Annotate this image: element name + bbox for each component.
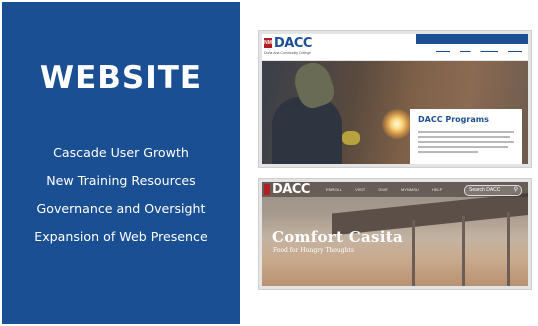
utility-link[interactable]: ▪▪▪ <box>427 44 430 48</box>
nav-link-give[interactable]: GIVE <box>378 187 388 192</box>
casita-post <box>412 220 415 286</box>
text-line <box>418 151 478 153</box>
list-item: Governance and Oversight <box>36 201 206 216</box>
list-item: New Training Resources <box>46 173 196 188</box>
search-input[interactable]: Search DACC ⚲ <box>464 185 522 196</box>
nav-link-mynmsu[interactable]: MYNMSU <box>401 187 419 192</box>
utility-link[interactable]: ▪▪▪ <box>437 44 440 48</box>
hero-image: DACC ENROLL VISIT GIVE MYNMSU HELP Searc… <box>262 182 528 286</box>
programs-page-screenshot: ▪▪▪ ▪▪▪ ▪▪▪ ▪▪▪▪ ▪▪▪▪ NM DACC Doña Ana C… <box>258 30 532 168</box>
search-icon[interactable]: ⚲ <box>514 186 518 193</box>
site-nav: DACC ENROLL VISIT GIVE MYNMSU HELP Searc… <box>262 182 528 197</box>
menu-item[interactable]: ▬▬▬▬ <box>508 49 522 53</box>
casita-post <box>507 212 510 286</box>
list-item: Cascade User Growth <box>53 145 189 160</box>
panel-list: Cascade User Growth New Training Resourc… <box>2 143 240 255</box>
utility-link[interactable]: ▪▪▪▪ <box>460 44 464 48</box>
casita-post <box>462 216 465 286</box>
main-menu: ▬▬▬▬ ▬▬▬ ▬▬▬▬▬ ▬▬▬▬ <box>427 49 522 53</box>
list-item: Expansion of Web Presence <box>34 229 208 244</box>
menu-item[interactable]: ▬▬▬ <box>460 49 471 53</box>
nav-link-enroll[interactable]: ENROLL <box>326 187 342 192</box>
menu-item[interactable]: ▬▬▬▬ <box>436 49 450 53</box>
nav-links: ENROLL VISIT GIVE MYNMSU HELP <box>326 187 454 192</box>
utility-bar: ▪▪▪ ▪▪▪ ▪▪▪ ▪▪▪▪ ▪▪▪▪ <box>416 34 528 48</box>
welding-spark <box>382 109 412 139</box>
text-line <box>418 136 510 138</box>
logo-subtitle: Doña Ana Community College <box>264 51 311 55</box>
hero-image: DACC Programs <box>262 61 528 164</box>
dacc-logo[interactable]: DACC <box>272 182 310 197</box>
site-header: ▪▪▪ ▪▪▪ ▪▪▪ ▪▪▪▪ ▪▪▪▪ NM DACC Doña Ana C… <box>262 34 528 60</box>
website-panel: WEBSITE Cascade User Growth New Training… <box>2 2 240 324</box>
nav-link-help[interactable]: HELP <box>432 187 442 192</box>
hero-subtitle: Food for Hungry Thoughts <box>273 247 354 254</box>
welder-glove <box>342 131 360 145</box>
panel-title: WEBSITE <box>39 60 203 96</box>
text-line <box>418 146 508 148</box>
utility-link[interactable]: ▪▪▪ <box>416 44 419 48</box>
nav-link-visit[interactable]: VISIT <box>355 187 365 192</box>
programs-card[interactable]: DACC Programs <box>410 109 522 164</box>
programs-heading: DACC Programs <box>418 115 489 124</box>
comfort-casita-screenshot: DACC ENROLL VISIT GIVE MYNMSU HELP Searc… <box>258 178 532 290</box>
text-line <box>418 131 514 133</box>
menu-item[interactable]: ▬▬▬▬▬ <box>481 49 499 53</box>
search-placeholder: Search DACC <box>469 187 501 193</box>
dacc-logo[interactable]: DACC <box>274 36 312 51</box>
text-line <box>418 141 514 143</box>
utility-link[interactable]: ▪▪▪▪ <box>448 44 452 48</box>
nm-logo-icon[interactable]: NM <box>264 38 272 48</box>
nm-logo-icon[interactable] <box>264 184 270 195</box>
hero-title: Comfort Casita <box>272 228 403 246</box>
